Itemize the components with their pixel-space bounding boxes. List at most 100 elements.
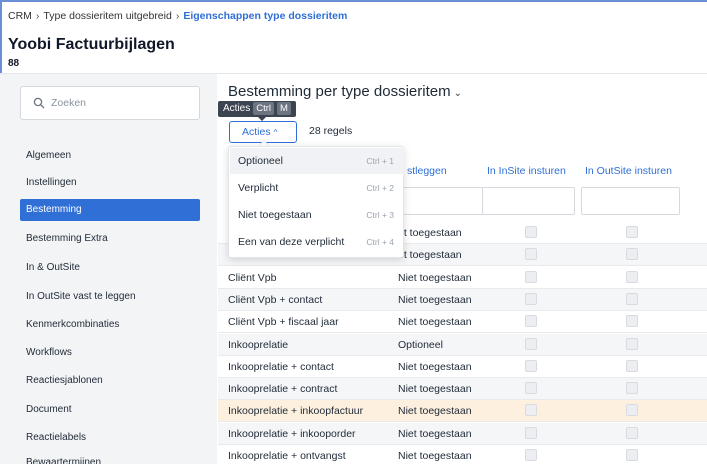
insite-checkbox[interactable] bbox=[525, 382, 537, 395]
row-value[interactable]: Optioneel bbox=[398, 339, 443, 351]
table-row[interactable]: Cliënt Vpb Niet toegestaan bbox=[218, 267, 707, 289]
row-value[interactable]: et toegestaan bbox=[398, 249, 462, 261]
column-header-outsite[interactable]: In OutSite insturen bbox=[585, 165, 672, 177]
page-title: Yoobi Factuurbijlagen bbox=[8, 36, 175, 53]
dropdown-item-shortcut: Ctrl + 3 bbox=[366, 210, 394, 220]
outsite-checkbox[interactable] bbox=[626, 426, 638, 439]
row-name: Cliënt Vpb + fiscaal jaar bbox=[228, 316, 339, 329]
outsite-checkbox[interactable] bbox=[626, 270, 638, 283]
filter-input-vastleggen[interactable] bbox=[398, 187, 491, 215]
sidebar-item[interactable]: Document bbox=[20, 399, 200, 421]
outsite-checkbox[interactable] bbox=[626, 248, 638, 261]
column-header-vastleggen[interactable]: stleggen bbox=[407, 165, 447, 177]
breadcrumb-current: Eigenschappen type dossieritem bbox=[183, 10, 348, 22]
search-placeholder: Zoeken bbox=[51, 97, 87, 109]
sidebar-item[interactable]: Bestemming bbox=[20, 199, 200, 221]
breadcrumb-separator: › bbox=[35, 10, 40, 22]
insite-checkbox[interactable] bbox=[525, 359, 537, 372]
dropdown-item-label: Verplicht bbox=[238, 182, 279, 194]
row-name: Inkooprelatie + ontvangst bbox=[228, 450, 346, 462]
table-row[interactable]: Inkooprelatie + contact Niet toegestaan bbox=[218, 356, 707, 378]
row-name: Inkooprelatie + inkooporder bbox=[228, 427, 356, 440]
row-value[interactable]: Niet toegestaan bbox=[398, 294, 472, 306]
acties-button-label: Acties bbox=[242, 126, 271, 138]
row-value[interactable]: Niet toegestaan bbox=[398, 316, 472, 328]
insite-checkbox[interactable] bbox=[525, 337, 537, 350]
sidebar-item[interactable]: Kenmerkcombinaties bbox=[20, 314, 200, 336]
sidebar-item[interactable]: In & OutSite bbox=[20, 257, 200, 279]
table-row[interactable]: Cliënt Vpb + contact Niet toegestaan bbox=[218, 288, 707, 311]
sidebar-item[interactable]: Bewaartermijnen bbox=[20, 452, 200, 464]
table-row[interactable]: Inkooprelatie + ontvangst Niet toegestaan bbox=[218, 445, 707, 464]
row-value[interactable]: et toegestaan bbox=[398, 227, 462, 239]
table-row[interactable]: Inkooprelatie Optioneel bbox=[218, 333, 707, 356]
dropdown-item-label: Niet toegestaan bbox=[238, 209, 312, 221]
outsite-checkbox[interactable] bbox=[626, 382, 638, 395]
outsite-checkbox[interactable] bbox=[626, 315, 638, 328]
dropdown-item-label: Optioneel bbox=[238, 155, 283, 167]
row-name: Inkooprelatie bbox=[228, 338, 289, 351]
dropdown-item-shortcut: Ctrl + 1 bbox=[366, 156, 394, 166]
filter-input-insite[interactable] bbox=[482, 187, 575, 215]
table-row[interactable]: Inkooprelatie + inkoopfactuur Niet toeges… bbox=[218, 400, 707, 423]
filter-input-outsite[interactable] bbox=[581, 187, 680, 215]
column-header-insite[interactable]: In InSite insturen bbox=[487, 165, 566, 177]
row-value[interactable]: Niet toegestaan bbox=[398, 272, 472, 284]
acties-button[interactable]: Acties ^ bbox=[229, 121, 297, 143]
acties-tooltip: Acties Ctrl M bbox=[218, 101, 296, 117]
page-subtitle: 88 bbox=[8, 58, 20, 69]
outsite-checkbox[interactable] bbox=[626, 337, 638, 350]
sidebar-item[interactable]: Reactiesjablonen bbox=[20, 370, 200, 392]
row-name: Cliënt Vpb bbox=[228, 271, 277, 284]
insite-checkbox[interactable] bbox=[525, 315, 537, 328]
row-value[interactable]: Niet toegestaan bbox=[398, 428, 472, 440]
table-row[interactable]: Cliënt Vpb + fiscaal jaar Niet toegestaan bbox=[218, 311, 707, 334]
row-name: Cliënt Vpb + contact bbox=[228, 293, 323, 306]
table-row[interactable]: Inkooprelatie + contract Niet toegestaan bbox=[218, 378, 707, 401]
insite-checkbox[interactable] bbox=[525, 226, 537, 238]
dropdown-item[interactable]: Een van deze verplicht Ctrl + 4 bbox=[230, 229, 404, 255]
section-title[interactable]: Bestemming per type dossieritem ⌄ bbox=[228, 83, 462, 100]
tooltip-key-m: M bbox=[277, 102, 291, 115]
sidebar-item[interactable]: In OutSite vast te leggen bbox=[20, 286, 200, 308]
row-value[interactable]: Niet toegestaan bbox=[398, 450, 472, 462]
row-value[interactable]: Niet toegestaan bbox=[398, 383, 472, 395]
insite-checkbox[interactable] bbox=[525, 270, 537, 283]
dropdown-item[interactable]: Verplicht Ctrl + 2 bbox=[230, 175, 404, 201]
table-row[interactable]: Inkooprelatie + inkooporder Niet toegesta… bbox=[218, 422, 707, 445]
breadcrumb-separator: › bbox=[175, 10, 180, 22]
outsite-checkbox[interactable] bbox=[626, 359, 638, 372]
dropdown-item-label: Een van deze verplicht bbox=[238, 236, 345, 248]
breadcrumb: CRM › Type dossieritem uitgebreid › Eigensch… bbox=[8, 10, 347, 22]
tooltip-key-ctrl: Ctrl bbox=[253, 102, 275, 115]
section-title-label: Bestemming per type dossieritem bbox=[228, 83, 451, 100]
row-value[interactable]: Niet toegestaan bbox=[398, 405, 472, 417]
outsite-checkbox[interactable] bbox=[626, 449, 638, 461]
insite-checkbox[interactable] bbox=[525, 292, 537, 305]
sidebar-item[interactable]: Algemeen bbox=[20, 145, 200, 167]
sidebar-item[interactable]: Reactielabels bbox=[20, 427, 200, 449]
search-input[interactable]: Zoeken bbox=[20, 86, 200, 120]
outsite-checkbox[interactable] bbox=[626, 404, 638, 417]
insite-checkbox[interactable] bbox=[525, 449, 537, 461]
chevron-up-icon: ^ bbox=[273, 128, 278, 137]
dropdown-item-shortcut: Ctrl + 4 bbox=[366, 237, 394, 247]
tooltip-label: Acties bbox=[223, 103, 251, 114]
outsite-checkbox[interactable] bbox=[626, 226, 638, 238]
dropdown-item-shortcut: Ctrl + 2 bbox=[366, 183, 394, 193]
sidebar-item[interactable]: Instellingen bbox=[20, 172, 200, 194]
row-value[interactable]: Niet toegestaan bbox=[398, 361, 472, 373]
breadcrumb-item-type[interactable]: Type dossieritem uitgebreid bbox=[43, 10, 171, 22]
outsite-checkbox[interactable] bbox=[626, 292, 638, 305]
insite-checkbox[interactable] bbox=[525, 404, 537, 417]
breadcrumb-item-crm[interactable]: CRM bbox=[8, 10, 32, 22]
dropdown-item[interactable]: Niet toegestaan Ctrl + 3 bbox=[230, 202, 404, 228]
insite-checkbox[interactable] bbox=[525, 248, 537, 261]
sidebar-item[interactable]: Bestemming Extra bbox=[20, 228, 200, 250]
acties-dropdown-menu: Optioneel Ctrl + 1 Verplicht Ctrl + 2 Niet t… bbox=[228, 146, 404, 258]
chevron-down-icon: ⌄ bbox=[453, 88, 462, 99]
dropdown-item[interactable]: Optioneel Ctrl + 1 bbox=[230, 148, 404, 174]
sidebar-item[interactable]: Workflows bbox=[20, 342, 200, 364]
insite-checkbox[interactable] bbox=[525, 426, 537, 439]
rule-count: 28 regels bbox=[309, 125, 353, 137]
